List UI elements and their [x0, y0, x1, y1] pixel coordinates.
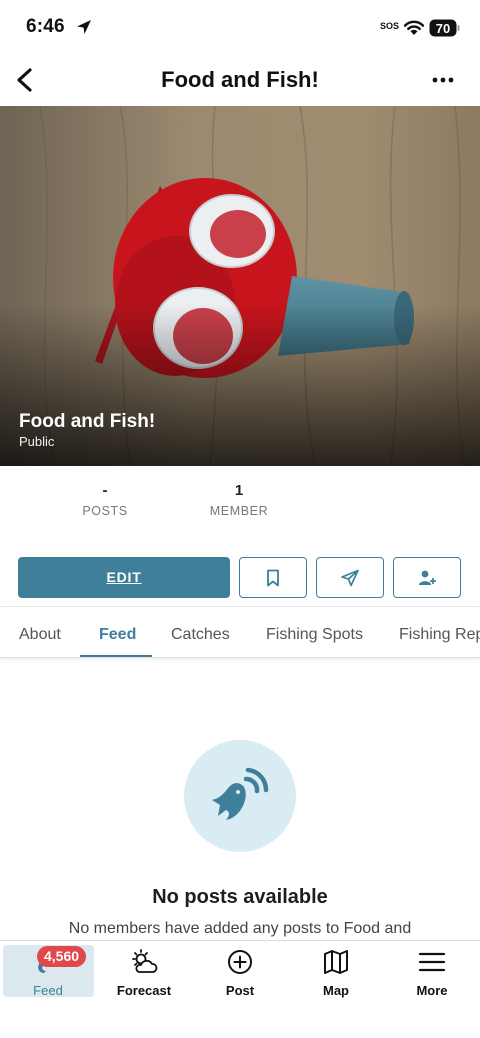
group-cover-image: Food and Fish! Public — [0, 106, 480, 466]
sos-indicator: SOS — [380, 21, 400, 31]
active-tab-indicator — [80, 655, 152, 657]
map-icon — [324, 950, 348, 974]
tab-feed[interactable]: Feed — [99, 626, 136, 644]
tab-fishing-reports[interactable]: Fishing Rep — [399, 626, 480, 644]
nav-post[interactable]: Post — [192, 941, 288, 999]
wifi-icon — [403, 20, 425, 35]
stat-value: - — [102, 482, 108, 499]
tab-fishing-spots[interactable]: Fishing Spots — [266, 626, 363, 644]
stat-value: 1 — [234, 482, 244, 499]
stat-members[interactable]: 1 MEMBER — [179, 482, 299, 518]
bookmark-button[interactable] — [239, 557, 307, 598]
location-arrow-icon — [77, 20, 91, 34]
nav-header: Food and Fish! — [0, 56, 480, 106]
add-user-icon — [419, 570, 436, 585]
edit-button[interactable]: EDIT — [18, 557, 230, 598]
stat-posts[interactable]: - POSTS — [45, 482, 165, 518]
group-name: Food and Fish! — [19, 411, 156, 432]
page-title: Food and Fish! — [161, 67, 319, 92]
battery-icon: 70 — [429, 19, 460, 37]
fish-signal-icon — [212, 767, 269, 820]
bookmark-icon — [267, 569, 279, 586]
nav-forecast[interactable]: Forecast — [96, 941, 192, 999]
nav-label: More — [416, 983, 448, 998]
status-bar: 6:46 SOS 70 — [0, 0, 480, 56]
nav-feed[interactable]: 4,560 Feed — [0, 941, 96, 999]
feed-badge: 4,560 — [37, 946, 87, 967]
group-tabs: About Feed Catches Fishing Spots Fishing… — [0, 606, 480, 658]
menu-icon — [418, 952, 446, 972]
nav-label: Feed — [33, 983, 63, 998]
tab-about[interactable]: About — [19, 626, 61, 644]
plus-circle-icon — [228, 950, 252, 974]
nav-more[interactable]: More — [384, 941, 480, 999]
bottom-nav: 4,560 Feed Forecast Post Map More — [0, 940, 480, 1038]
battery-level: 70 — [436, 21, 450, 36]
nav-label: Map — [323, 983, 349, 998]
status-time: 6:46 — [26, 16, 65, 37]
invite-button[interactable] — [393, 557, 461, 598]
empty-state-title: No posts available — [152, 886, 328, 908]
cloud-sun-icon — [132, 949, 158, 973]
group-stats: - POSTS 1 MEMBER — [0, 482, 480, 532]
group-actions: EDIT — [0, 557, 480, 598]
nav-map[interactable]: Map — [288, 941, 384, 999]
nav-label: Post — [225, 983, 255, 998]
nav-label: Forecast — [116, 983, 172, 998]
stat-label: POSTS — [82, 504, 128, 518]
empty-state-illustration — [184, 740, 296, 852]
group-visibility: Public — [19, 434, 55, 449]
empty-state-description: No members have added any posts to Food … — [68, 920, 412, 937]
share-button[interactable] — [316, 557, 384, 598]
send-icon — [341, 569, 359, 586]
ellipsis-icon[interactable] — [428, 70, 458, 90]
tab-catches[interactable]: Catches — [171, 626, 230, 644]
stat-label: MEMBER — [209, 504, 269, 518]
